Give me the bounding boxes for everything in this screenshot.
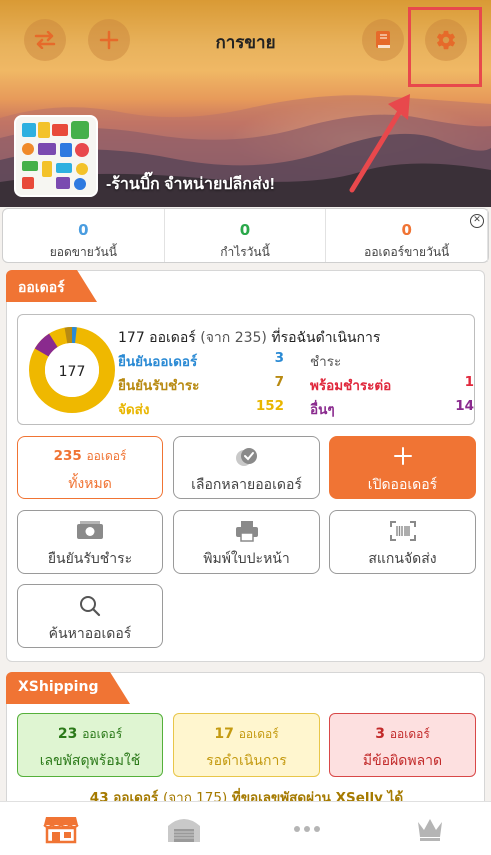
pending-label: รอดำเนินการ <box>206 753 287 769</box>
cash-icon <box>77 521 103 539</box>
xshipping-panel: XShipping 23 ออเดอร์ เลขพัสดุพร้อมใช้ 17… <box>6 672 485 812</box>
shipping-value: 152 <box>255 398 284 414</box>
confirm-payment-btn-label: ยืนยันรับชำระ <box>47 551 133 567</box>
all-orders-unit: ออเดอร์ <box>86 449 127 463</box>
pending-box[interactable]: 17 ออเดอร์ รอดำเนินการ <box>173 713 320 777</box>
other-label: อื่นๆ <box>310 402 335 418</box>
profit-today-value: 0 <box>239 221 251 239</box>
all-orders-count: 235 <box>53 448 82 464</box>
orders-today-value: 0 <box>401 221 412 239</box>
summary-suffix: ที่รอฉันดำเนินการ <box>271 330 381 346</box>
summary-total: (จาก 235) <box>200 330 267 346</box>
shipping-label: จัดส่ง <box>118 402 150 418</box>
nav-store[interactable] <box>0 802 123 855</box>
crown-icon <box>417 818 442 841</box>
summary-headline: 177 ออเดอร์ (จาก 235) ที่รอฉันดำเนินการ <box>118 327 380 349</box>
pay-label: ชำระ <box>310 354 342 370</box>
print-label-button[interactable]: พิมพ์ใบปะหน้า <box>173 510 320 574</box>
open-order-button[interactable]: เปิดออเดอร์ <box>329 436 476 499</box>
open-order-label: เปิดออเดอร์ <box>367 477 438 493</box>
orders-today[interactable]: 0 ออเดอร์ขายวันนี้ <box>326 209 489 262</box>
nav-more[interactable] <box>246 802 369 855</box>
store-icon <box>43 816 80 843</box>
settings-highlight-box <box>408 7 482 87</box>
barcode-scan-icon <box>389 521 416 541</box>
sales-today-value: 0 <box>78 221 89 239</box>
nav-premium[interactable] <box>368 802 491 855</box>
pointer-arrow <box>349 94 410 193</box>
more-dots-icon <box>293 825 320 832</box>
tracking-ready-label: เลขพัสดุพร้อมใช้ <box>39 753 141 769</box>
store-avatar[interactable] <box>14 115 98 197</box>
pending-count: 17 <box>214 726 234 742</box>
sales-today-label: ยอดขายวันนี้ <box>49 245 117 259</box>
search-orders-button[interactable]: ค้นหาออเดอร์ <box>17 584 163 648</box>
store-name: -ร้านบิ๊ก จำหน่ายปลีกส่ง! <box>106 176 275 193</box>
today-stats: 0 ยอดขายวันนี้ 0 กำไรวันนี้ 0 ออเดอร์ขาย… <box>2 208 489 263</box>
error-box[interactable]: 3 ออเดอร์ มีข้อผิดพลาด <box>329 713 476 777</box>
orders-panel: ออเดอร์ 177 177 ออเดอร์ (จาก 235) ที่รอฉ… <box>6 270 485 662</box>
multi-check-icon <box>235 448 257 466</box>
print-label-btn-label: พิมพ์ใบปะหน้า <box>203 551 290 567</box>
profit-today-label: กำไรวันนี้ <box>220 245 270 259</box>
manual-button[interactable] <box>362 19 404 61</box>
summary-count: 177 ออเดอร์ <box>118 330 196 346</box>
other-value: 14 <box>455 398 474 414</box>
scan-shipping-btn-label: สแกนจัดส่ง <box>368 551 437 567</box>
book-icon <box>376 31 390 48</box>
header-banner: การขาย -ร้านบิ๊ก จำหน่ายปลีกส่ง! <box>0 0 491 207</box>
search-icon <box>80 596 101 617</box>
all-orders-label: ทั้งหมด <box>68 476 112 492</box>
confirm-payment-button[interactable]: ยืนยันรับชำระ <box>17 510 163 574</box>
tracking-ready-count: 23 <box>57 726 78 742</box>
pending-unit: ออเดอร์ <box>238 727 279 741</box>
orders-summary[interactable]: 177 177 ออเดอร์ (จาก 235) ที่รอฉันดำเนิน… <box>17 314 475 425</box>
all-orders-button[interactable]: 235 ออเดอร์ ทั้งหมด <box>17 436 163 499</box>
confirm-payment-label: ยืนยันรับชำระ <box>118 378 200 394</box>
tracking-ready-box[interactable]: 23 ออเดอร์ เลขพัสดุพร้อมใช้ <box>17 713 163 777</box>
toys-image <box>16 117 96 195</box>
select-multiple-button[interactable]: เลือกหลายออเดอร์ <box>173 436 320 499</box>
orders-tab: ออเดอร์ <box>6 270 77 302</box>
donut-center-count: 177 <box>59 364 86 380</box>
error-unit: ออเดอร์ <box>389 727 430 741</box>
nav-warehouse[interactable] <box>123 802 246 855</box>
xshipping-tab: XShipping <box>6 672 111 704</box>
error-label: มีข้อผิดพลาด <box>362 753 443 769</box>
confirm-order-label: ยืนยันออเดอร์ <box>118 354 198 370</box>
scan-shipping-button[interactable]: สแกนจัดส่ง <box>329 510 476 574</box>
ready-to-pay-value: 1 <box>464 374 474 390</box>
warehouse-icon <box>168 818 201 842</box>
printer-icon <box>235 521 258 542</box>
search-orders-label: ค้นหาออเดอร์ <box>48 626 132 642</box>
orders-today-label: ออเดอร์ขายวันนี้ <box>364 245 450 259</box>
error-count: 3 <box>375 726 385 742</box>
profit-today[interactable]: 0 กำไรวันนี้ <box>165 209 327 262</box>
confirm-order-value: 3 <box>274 350 284 366</box>
select-multiple-label: เลือกหลายออเดอร์ <box>191 477 302 493</box>
close-icon[interactable]: ✕ <box>470 214 484 228</box>
tracking-ready-unit: ออเดอร์ <box>82 727 123 741</box>
bottom-nav <box>0 801 491 855</box>
sales-today[interactable]: 0 ยอดขายวันนี้ <box>3 209 165 262</box>
ready-to-pay-label: พร้อมชำระต่อ <box>310 378 392 394</box>
plus-icon <box>393 447 412 465</box>
orders-donut-chart: 177 <box>29 327 115 413</box>
confirm-payment-value: 7 <box>274 374 284 390</box>
